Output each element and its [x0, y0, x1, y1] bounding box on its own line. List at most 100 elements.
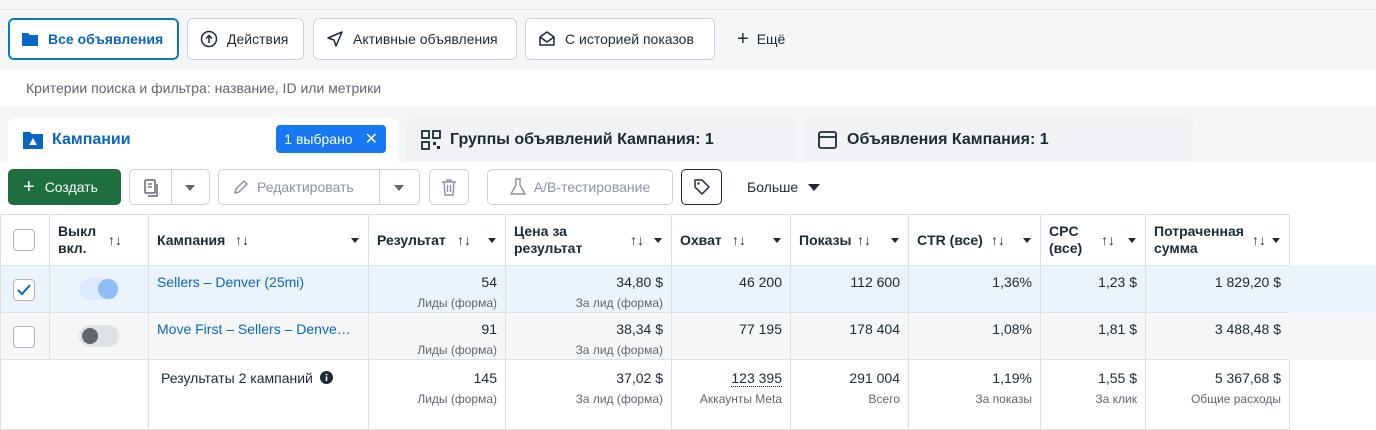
view-all-ads-button[interactable]: Все объявления [8, 18, 179, 60]
cost-sub: За лид (форма) [575, 392, 663, 406]
send-icon [327, 31, 343, 47]
chevron-down-icon[interactable] [351, 238, 359, 243]
header-reach[interactable]: Охват ↑↓ [671, 214, 791, 266]
ab-test-button[interactable]: A/B-тестирование [487, 169, 673, 205]
delete-button[interactable] [429, 169, 469, 205]
campaign-toggle[interactable] [79, 325, 119, 347]
create-button[interactable]: + Создать [8, 169, 121, 205]
view-more-button[interactable]: + Ещё [725, 18, 805, 60]
cost-value: 37,02 $ [616, 370, 663, 386]
chevron-down-icon[interactable] [1128, 238, 1136, 243]
reach-value[interactable]: 123 395 [731, 370, 782, 387]
ab-test-label: A/B-тестирование [533, 179, 651, 195]
chevron-down-icon[interactable] [891, 238, 899, 243]
sort-icon[interactable]: ↑↓ [991, 232, 1005, 248]
header-label: Потраченная сумма [1154, 223, 1244, 256]
edit-button[interactable]: Редактировать [218, 169, 420, 205]
tab-adsets[interactable]: Группы объявлений Кампания: 1 [406, 118, 796, 162]
table-row[interactable]: Sellers – Denver (25mi) 54 Лиды (форма) 3… [0, 265, 1290, 313]
sort-icon[interactable]: ↑↓ [732, 232, 746, 248]
sort-icon[interactable]: ↑↓ [630, 232, 644, 248]
ctr-value: 1,36% [992, 274, 1032, 290]
sort-icon[interactable]: ↑↓ [235, 232, 249, 248]
close-icon[interactable]: ✕ [365, 129, 378, 149]
cpc-cell: 1,81 $ [1040, 312, 1146, 360]
tag-button[interactable] [681, 169, 722, 205]
cost-sub: За лид (форма) [575, 343, 663, 357]
toolbar: + Создать Редактировать A/B-тестирование… [0, 162, 1376, 214]
spent-cell: 1 829,20 $ [1145, 265, 1290, 313]
totals-empty [0, 359, 50, 430]
tab-campaigns[interactable]: Кампании 1 выбрано ✕ [8, 118, 398, 162]
result-sub: Лиды (форма) [417, 343, 497, 357]
select-all-checkbox[interactable] [13, 229, 35, 251]
tab-label: Группы объявлений Кампания: 1 [450, 131, 714, 148]
spent-cell: 3 488,48 $ [1145, 312, 1290, 360]
view-active-ads-button[interactable]: Активные объявления [313, 18, 517, 60]
info-icon[interactable] [319, 371, 333, 384]
ctr-cell: 1,36% [908, 265, 1041, 313]
header-result[interactable]: Результат ↑↓ [368, 214, 506, 266]
ctr-value: 1,19% [992, 370, 1032, 386]
sort-icon[interactable]: ↑↓ [1101, 232, 1115, 248]
campaign-toggle[interactable] [79, 278, 119, 300]
sort-icon[interactable]: ↑↓ [857, 232, 871, 248]
chevron-down-icon[interactable] [488, 238, 496, 243]
header-impressions[interactable]: Показы ↑↓ [790, 214, 909, 266]
cpc-cell: 1,23 $ [1040, 265, 1146, 313]
row-select [0, 312, 50, 360]
sort-icon[interactable]: ↑↓ [457, 232, 471, 248]
cpc-value: 1,55 $ [1098, 370, 1137, 386]
tab-label: Кампании [52, 131, 131, 148]
campaign-link[interactable]: Move First – Sellers – Denve… [157, 321, 360, 337]
header-cost[interactable]: Цена за результат ↑↓ [505, 214, 672, 266]
duplicate-icon[interactable] [143, 179, 159, 200]
header-spent[interactable]: Потраченная сумма ↑↓ [1145, 214, 1290, 266]
header-cpc[interactable]: CPC (все) ↑↓ [1040, 214, 1146, 266]
header-label: Показы [799, 231, 852, 248]
campaign-folder-icon [23, 132, 43, 149]
create-label: Создать [44, 179, 98, 195]
view-label: Активные объявления [353, 31, 498, 47]
view-actions-button[interactable]: Действия [187, 18, 304, 60]
result-value: 91 [481, 321, 497, 337]
row-checkbox[interactable] [13, 326, 35, 348]
tab-label: Объявления Кампания: 1 [847, 131, 1049, 148]
folder-icon [22, 33, 38, 46]
inbox-icon [539, 31, 555, 46]
search-input[interactable] [26, 80, 1376, 96]
sort-icon[interactable]: ↑↓ [108, 232, 122, 248]
impressions-sub: Всего [868, 392, 900, 406]
header-toggle[interactable]: Выкл вкл. ↑↓ [49, 214, 149, 266]
sort-icon[interactable]: ↑↓ [1252, 232, 1266, 248]
table-row[interactable]: Move First – Sellers – Denve… 91 Лиды (фо… [0, 312, 1290, 360]
row-checkbox[interactable] [13, 279, 35, 301]
header-label: Кампания [157, 231, 226, 248]
window-icon [818, 131, 837, 149]
row-select [0, 265, 50, 313]
header-campaign[interactable]: Кампания ↑↓ [148, 214, 369, 266]
chevron-down-icon[interactable] [1023, 238, 1031, 243]
more-label: Больше [747, 179, 799, 195]
view-history-button[interactable]: С историей показов [525, 18, 715, 60]
view-label: С историей показов [565, 31, 694, 47]
chevron-down-icon[interactable] [185, 185, 195, 191]
header-ctr[interactable]: CTR (все) ↑↓ [908, 214, 1041, 266]
header-label: Цена за результат [514, 223, 583, 256]
tab-ads[interactable]: Объявления Кампания: 1 [803, 118, 1193, 162]
tag-icon [693, 179, 710, 195]
campaign-cell: Move First – Sellers – Denve… [148, 312, 369, 360]
chevron-down-icon[interactable] [773, 238, 781, 243]
more-dropdown[interactable]: Больше [747, 179, 821, 195]
chevron-down-icon[interactable] [394, 185, 404, 191]
chevron-down-icon[interactable] [654, 238, 662, 243]
row-toggle-cell [49, 265, 149, 313]
selected-badge[interactable]: 1 выбрано ✕ [276, 125, 386, 153]
totals-cpc: 1,55 $ За клик [1040, 359, 1146, 430]
totals-empty [49, 359, 149, 430]
header-label: CPC (все) [1049, 223, 1083, 256]
chevron-down-icon[interactable] [1272, 238, 1280, 243]
duplicate-button-group [129, 169, 210, 205]
campaign-link[interactable]: Sellers – Denver (25mi) [157, 274, 360, 290]
header-label: Результат [377, 231, 446, 248]
